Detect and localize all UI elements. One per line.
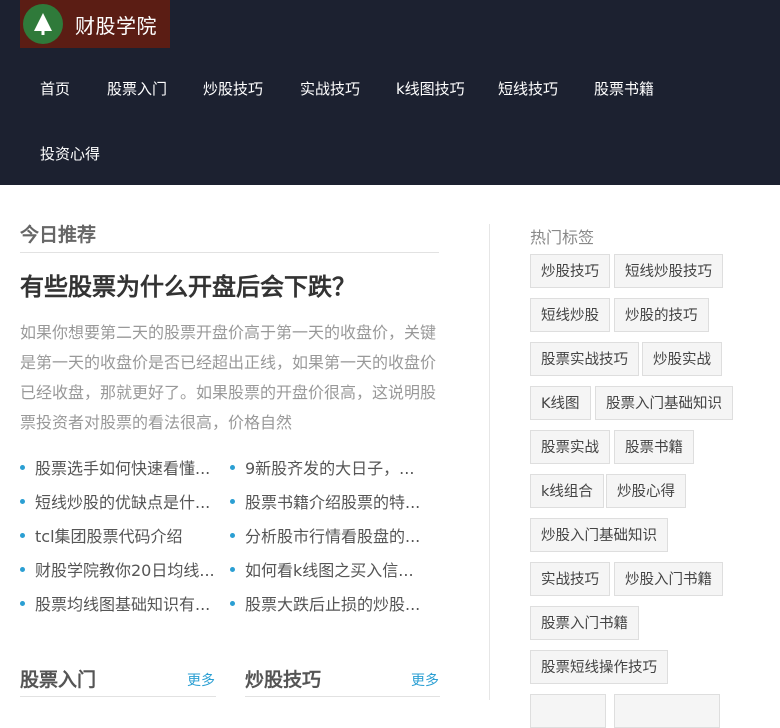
tag-item[interactable]: 股票书籍 — [614, 430, 694, 464]
nav-item-home[interactable]: 首页 — [40, 78, 70, 99]
tag-item[interactable]: 炒股入门基础知识 — [530, 518, 668, 552]
category-divider — [245, 696, 440, 697]
tag-item[interactable]: 炒股技巧 — [530, 254, 610, 288]
tag-item[interactable]: 股票实战 — [530, 430, 610, 464]
nav-item-trading-tips[interactable]: 炒股技巧 — [203, 78, 263, 99]
site-header: 财股学院 首页 股票入门 炒股技巧 实战技巧 k线图技巧 短线技巧 股票书籍 投… — [0, 0, 780, 185]
featured-article-excerpt: 如果你想要第二天的股票开盘价高于第一天的收盘价，关键是第一天的收盘价是否已经超出… — [20, 323, 437, 432]
tag-item[interactable]: k线组合 — [530, 474, 604, 508]
category-title-trading-tips: 炒股技巧 — [245, 669, 322, 691]
bullet-icon — [20, 601, 25, 606]
tag-item-partial[interactable] — [614, 694, 720, 728]
list-item[interactable]: 分析股市行情看股盘的... — [230, 520, 425, 554]
recommend-section-title: 今日推荐 — [20, 224, 97, 246]
category-more-link-trading-tips[interactable]: 更多 — [411, 670, 439, 690]
nav-item-investment-insights[interactable]: 投资心得 — [40, 143, 100, 164]
featured-article-title[interactable]: 有些股票为什么开盘后会下跌？ — [20, 267, 356, 302]
section-divider — [20, 252, 439, 253]
list-item[interactable]: 股票大跌后止损的炒股... — [230, 588, 425, 622]
bullet-icon — [20, 567, 25, 572]
tag-item[interactable]: 股票入门基础知识 — [595, 386, 733, 420]
tag-item[interactable]: 实战技巧 — [530, 562, 610, 596]
list-item[interactable]: 短线炒股的优缺点是什... — [20, 486, 215, 520]
bullet-icon — [20, 465, 25, 470]
list-item[interactable]: 股票选手如何快速看懂... — [20, 452, 215, 486]
bullet-icon — [230, 533, 235, 538]
list-item[interactable]: 股票均线图基础知识有... — [20, 588, 215, 622]
nav-item-stock-basics[interactable]: 股票入门 — [107, 78, 167, 99]
list-item[interactable]: 如何看k线图之买入信... — [230, 554, 425, 588]
tag-item[interactable]: 短线炒股技巧 — [614, 254, 723, 288]
bullet-icon — [230, 601, 235, 606]
tag-item[interactable]: 炒股的技巧 — [614, 298, 709, 332]
bullet-icon — [20, 499, 25, 504]
site-logo[interactable]: 财股学院 — [20, 0, 170, 48]
tag-item[interactable]: 炒股入门书籍 — [614, 562, 723, 596]
tag-item[interactable]: 股票实战技巧 — [530, 342, 639, 376]
tree-icon — [23, 4, 63, 44]
tag-item[interactable]: 股票短线操作技巧 — [530, 650, 668, 684]
list-item[interactable]: tcl集团股票代码介绍 — [20, 520, 215, 554]
list-item[interactable]: 财股学院教你20日均线... — [20, 554, 215, 588]
bullet-icon — [230, 465, 235, 470]
bullet-icon — [230, 567, 235, 572]
tag-item[interactable]: 炒股实战 — [642, 342, 722, 376]
category-more-link-stock-basics[interactable]: 更多 — [187, 670, 215, 690]
category-title-stock-basics: 股票入门 — [20, 669, 97, 691]
hot-tags-title: 热门标签 — [530, 228, 595, 247]
tag-item[interactable]: 股票入门书籍 — [530, 606, 639, 640]
tag-item[interactable]: 短线炒股 — [530, 298, 610, 332]
tag-item[interactable]: 炒股心得 — [606, 474, 686, 508]
site-logo-text: 财股学院 — [75, 13, 157, 38]
category-divider — [20, 696, 216, 697]
list-item[interactable]: 股票书籍介绍股票的特... — [230, 486, 425, 520]
nav-item-stock-books[interactable]: 股票书籍 — [594, 78, 654, 99]
tag-item[interactable]: K线图 — [530, 386, 591, 420]
tag-item-partial[interactable] — [530, 694, 606, 728]
column-divider — [489, 224, 490, 700]
nav-item-practical-skills[interactable]: 实战技巧 — [300, 78, 360, 99]
nav-item-kline-skills[interactable]: k线图技巧 — [396, 78, 465, 99]
list-item[interactable]: 9新股齐发的大日子，... — [230, 452, 425, 486]
bullet-icon — [230, 499, 235, 504]
nav-item-short-term-skills[interactable]: 短线技巧 — [498, 78, 558, 99]
bullet-icon — [20, 533, 25, 538]
